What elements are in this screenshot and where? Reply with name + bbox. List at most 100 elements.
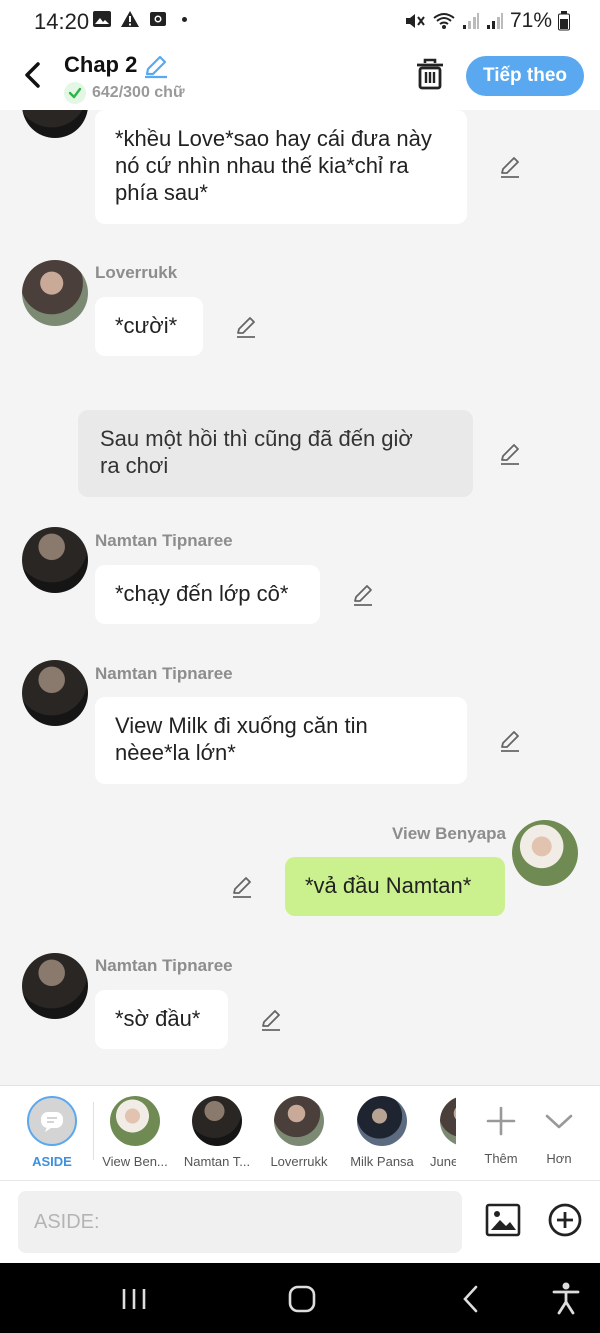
message-text-line: nó cứ nhìn nhau thế kia*chỉ ra [115, 153, 409, 178]
back-button[interactable] [18, 58, 48, 92]
dot-icon [182, 16, 187, 22]
input-bar [0, 1180, 600, 1264]
edit-message-icon[interactable] [351, 583, 375, 607]
character-label: View Ben... [102, 1154, 168, 1169]
recent-apps-icon [122, 1289, 146, 1309]
battery-icon [558, 11, 570, 31]
message-bubble[interactable]: View Milk đi xuống căn tin nèee*la lớn* [95, 697, 467, 784]
more-label: Hơn [546, 1151, 572, 1166]
character-avatar [274, 1096, 324, 1146]
avatar[interactable] [22, 953, 88, 1019]
chat-area[interactable]: *khều Love*sao hay cái đưa này nó cứ nhì… [0, 110, 600, 1085]
gallery-notification-icon [93, 11, 111, 27]
accessibility-icon [552, 1282, 580, 1315]
signal-icon [462, 13, 479, 29]
word-count: 642/300 chữ [64, 82, 185, 104]
avatar[interactable] [22, 110, 88, 138]
edit-message-icon[interactable] [234, 315, 258, 339]
character-avatar [440, 1096, 456, 1146]
message-input[interactable] [18, 1191, 462, 1253]
avatar[interactable] [22, 260, 88, 326]
my-message-bubble[interactable]: *vả đầu Namtan* [285, 857, 505, 916]
plus-circle-icon [548, 1203, 582, 1237]
battery-level: 71% [509, 9, 552, 32]
edit-message-icon[interactable] [498, 729, 522, 753]
character-aside[interactable]: ASIDE [12, 1096, 92, 1169]
mute-icon [405, 14, 425, 28]
home-icon [288, 1285, 316, 1313]
character-june[interactable]: June [424, 1096, 456, 1169]
camera-notification-icon [150, 12, 166, 26]
character-avatar [192, 1096, 242, 1146]
warning-icon [121, 11, 139, 27]
divider [93, 1102, 94, 1160]
notification-icons [92, 10, 187, 28]
recent-apps-button[interactable] [118, 1285, 150, 1318]
character-view[interactable]: View Ben... [95, 1096, 175, 1169]
avatar[interactable] [22, 660, 88, 726]
narration-text-line: ra chơi [100, 453, 169, 478]
aside-label: ASIDE [32, 1154, 72, 1169]
system-nav-bar [0, 1263, 600, 1333]
pencil-icon [145, 55, 167, 79]
delete-button[interactable] [414, 58, 446, 97]
character-label: June [430, 1154, 456, 1169]
image-button[interactable] [485, 1202, 521, 1243]
image-icon [485, 1203, 521, 1237]
sender-name: Loverrukk [95, 263, 178, 282]
accessibility-button[interactable] [550, 1281, 582, 1320]
edit-message-icon[interactable] [498, 442, 522, 466]
character-label: Namtan T... [183, 1154, 251, 1169]
back-arrow-icon [25, 62, 40, 88]
character-namtan[interactable]: Namtan T... [177, 1096, 257, 1169]
more-button[interactable]: Hơn [519, 1096, 599, 1166]
status-time: 14:20 [34, 9, 90, 34]
character-avatar [357, 1096, 407, 1146]
avatar[interactable] [22, 527, 88, 593]
character-milk[interactable]: Milk Pansa [342, 1096, 422, 1169]
next-button[interactable]: Tiếp theo [466, 56, 584, 96]
wifi-icon [433, 13, 455, 29]
character-label: Loverrukk [270, 1154, 328, 1169]
message-bubble[interactable]: *sờ đầu* [95, 990, 228, 1049]
sender-name: Namtan Tipnaree [95, 531, 233, 550]
message-text: *chạy đến lớp cô* [115, 581, 289, 606]
message-text: *sờ đầu* [115, 1006, 201, 1031]
message-text-line: phía sau* [115, 180, 208, 205]
signal-icon-2 [486, 13, 503, 29]
avatar[interactable] [512, 820, 578, 886]
status-bar: 14:20 71% [0, 0, 600, 44]
edit-title-button[interactable] [143, 53, 169, 84]
edit-message-icon[interactable] [259, 1008, 283, 1032]
message-text-line: nèee*la lớn* [115, 740, 236, 765]
aside-avatar [27, 1096, 77, 1146]
message-bubble[interactable]: *chạy đến lớp cô* [95, 565, 320, 624]
message-bubble[interactable]: *cười* [95, 297, 203, 356]
back-nav-button[interactable] [456, 1283, 486, 1320]
chevron-down-icon [545, 1114, 573, 1129]
narration-bubble[interactable]: Sau một hồi thì cũng đã đến giờ ra chơi [78, 410, 473, 497]
character-avatar [110, 1096, 160, 1146]
check-icon [64, 82, 86, 104]
trash-icon [417, 58, 443, 90]
message-text-line: *khều Love*sao hay cái đưa này [115, 126, 432, 151]
message-text-line: View Milk đi xuống căn tin [115, 713, 368, 738]
message-text: *vả đầu Namtan* [305, 873, 472, 898]
sender-name: Namtan Tipnaree [95, 664, 233, 683]
edit-message-icon[interactable] [230, 875, 254, 899]
character-loverrukk[interactable]: Loverrukk [259, 1096, 339, 1169]
message-bubble[interactable]: *khều Love*sao hay cái đưa này nó cứ nhì… [95, 110, 467, 224]
chapter-title: Chap 2 [64, 52, 138, 77]
edit-message-icon[interactable] [498, 155, 522, 179]
word-count-text: 642/300 chữ [92, 84, 185, 101]
add-button[interactable] [547, 1202, 583, 1243]
character-bar: ASIDE View Ben... Namtan T... Loverrukk … [0, 1085, 600, 1181]
sender-name: View Benyapa [391, 824, 506, 843]
system-icons: 71% [404, 9, 570, 33]
home-button[interactable] [286, 1283, 318, 1320]
chat-bubble-icon [41, 1112, 63, 1132]
message-text: *cười* [115, 313, 178, 338]
narration-text-line: Sau một hồi thì cũng đã đến giờ [100, 426, 413, 451]
back-chevron-icon [463, 1285, 478, 1313]
sender-name: Namtan Tipnaree [95, 956, 233, 975]
